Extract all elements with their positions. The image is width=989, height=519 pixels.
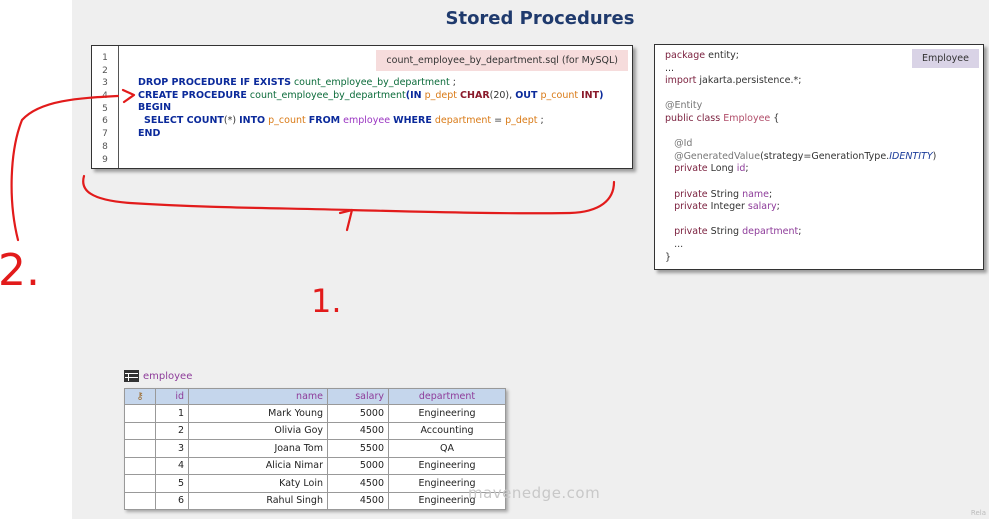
name-cell: Mark Young (188, 404, 328, 423)
table-row: 6 Rahul Singh 4500 Engineering (124, 491, 506, 510)
code-line-create: CREATE PROCEDURE count_employee_by_depar… (138, 89, 604, 101)
salary-cell: 4500 (327, 474, 389, 493)
line-number: 6 (102, 116, 108, 127)
line-number: 2 (102, 65, 108, 76)
name-cell: Olivia Goy (188, 421, 328, 440)
primary-key-column: ⚷ (124, 388, 156, 405)
java-code: package entity;... import jakarta.persist… (665, 50, 937, 263)
key-cell (124, 421, 156, 440)
table-row: 2 Olivia Goy 4500 Accounting (124, 421, 506, 440)
line-number: 7 (102, 129, 108, 140)
salary-cell: 4500 (327, 491, 389, 510)
department-cell: Engineering (388, 456, 506, 475)
key-cell (124, 404, 156, 423)
salary-cell: 5000 (327, 404, 389, 423)
java-code-panel: Employee package entity;... import jakart… (654, 44, 984, 270)
key-cell (124, 474, 156, 493)
code-line-begin: BEGIN (138, 102, 172, 114)
left-margin (0, 0, 72, 519)
employee-table: ⚷ id name salary department 1 Mark Young… (124, 388, 506, 510)
id-cell: 2 (155, 421, 189, 440)
sql-file-label: count_employee_by_department.sql (for My… (376, 50, 628, 71)
key-cell (124, 439, 156, 458)
key-icon: ⚷ (136, 391, 144, 402)
department-cell: QA (388, 439, 506, 458)
column-header: department (388, 388, 506, 405)
name-cell: Rahul Singh (188, 491, 328, 510)
table-row: 4 Alicia Nimar 5000 Engineering (124, 456, 506, 475)
salary-cell: 4500 (327, 421, 389, 440)
column-header: name (188, 388, 328, 405)
code-line-select: SELECT COUNT(*) INTO p_count FROM employ… (144, 115, 544, 127)
table-row: 3 Joana Tom 5500 QA (124, 439, 506, 458)
department-cell: Accounting (388, 421, 506, 440)
table-icon (124, 370, 139, 382)
column-header: id (155, 388, 189, 405)
table-row: 5 Katy Loin 4500 Engineering (124, 474, 506, 493)
id-cell: 4 (155, 456, 189, 475)
table-caption: employee (124, 370, 192, 382)
table-row: 1 Mark Young 5000 Engineering (124, 404, 506, 423)
table-header-row: ⚷ id name salary department (124, 388, 506, 405)
id-cell: 3 (155, 439, 189, 458)
code-line-end: END (138, 127, 161, 139)
line-number: 9 (102, 154, 108, 165)
line-number: 5 (102, 103, 108, 114)
name-cell: Joana Tom (188, 439, 328, 458)
line-number-gutter: 1 2 3 4 5 6 7 8 9 (92, 46, 119, 168)
id-cell: 1 (155, 404, 189, 423)
name-cell: Katy Loin (188, 474, 328, 493)
line-number: 1 (102, 53, 108, 63)
key-cell (124, 456, 156, 475)
id-cell: 6 (155, 491, 189, 510)
code-line-drop: DROP PROCEDURE IF EXISTS count_employee_… (138, 77, 456, 88)
table-name: employee (143, 370, 193, 382)
id-cell: 5 (155, 474, 189, 493)
salary-cell: 5500 (327, 439, 389, 458)
line-number: 3 (102, 78, 108, 89)
line-number: 4 (102, 91, 108, 102)
sql-code-panel: 1 2 3 4 5 6 7 8 9 count_employee_by_depa… (91, 45, 633, 169)
key-cell (124, 491, 156, 510)
sql-code: DROP PROCEDURE IF EXISTS count_employee_… (138, 77, 603, 141)
column-header: salary (327, 388, 389, 405)
line-number: 8 (102, 141, 108, 152)
salary-cell: 5000 (327, 456, 389, 475)
corner-mark: Rela (970, 509, 986, 517)
name-cell: Alicia Nimar (188, 456, 328, 475)
watermark: mavenedge.com (468, 484, 601, 502)
department-cell: Engineering (388, 404, 506, 423)
page-title: Stored Procedures (445, 8, 635, 29)
